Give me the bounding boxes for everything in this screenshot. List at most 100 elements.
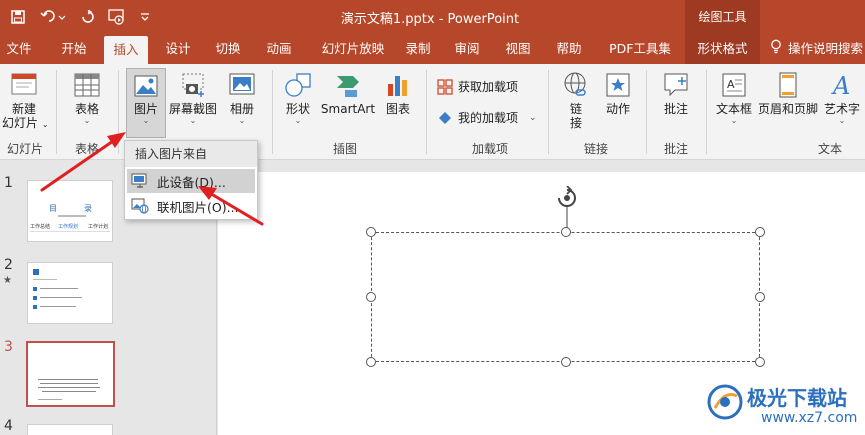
link-button[interactable]: 链 接 — [556, 70, 596, 130]
comment-button[interactable]: 批注 — [656, 70, 696, 116]
resize-handle[interactable] — [366, 227, 376, 237]
textbox-button[interactable]: A 文本框 ⌄ — [713, 70, 755, 126]
tab-record[interactable]: 录制 — [398, 34, 438, 64]
store-icon — [437, 78, 453, 95]
drawing-tools-label: 绘图工具 — [685, 0, 760, 34]
resize-handle[interactable] — [561, 227, 571, 237]
online-pictures-icon — [131, 198, 149, 214]
action-button[interactable]: 动作 — [600, 70, 636, 116]
group-divider — [118, 70, 119, 154]
group-divider — [706, 70, 707, 154]
tab-animations[interactable]: 动画 — [259, 34, 299, 64]
group-divider — [646, 70, 647, 154]
group-divider — [56, 70, 57, 154]
redo-icon[interactable] — [78, 7, 98, 27]
search-hint: 操作说明搜索 — [788, 41, 864, 56]
tab-slideshow[interactable]: 幻灯片放映 — [310, 34, 396, 64]
comment-icon — [664, 73, 688, 97]
header-footer-button[interactable]: 页眉和页脚 — [757, 70, 819, 116]
menu-header: 插入图片来自 — [125, 141, 257, 167]
wordart-button[interactable]: A 艺术字 ⌄ — [822, 70, 862, 126]
slide-thumbnail-1[interactable]: 目 录 工作总结 工作规划 工作计划 — [27, 180, 113, 242]
tab-view[interactable]: 视图 — [498, 34, 538, 64]
animation-star-icon: ★ — [3, 275, 12, 286]
slide-number: 1 — [4, 175, 13, 191]
menu-item-this-device[interactable]: 此设备(D)... — [127, 169, 255, 193]
tab-file[interactable]: 文件 — [0, 34, 38, 64]
undo-icon[interactable] — [38, 7, 68, 27]
resize-handle[interactable] — [755, 357, 765, 367]
smartart-icon — [337, 76, 359, 97]
group-label-tables: 表格 — [74, 142, 99, 156]
chevron-down-icon: ⌄ — [83, 116, 91, 125]
save-icon[interactable] — [8, 7, 28, 27]
resize-handle[interactable] — [366, 292, 376, 302]
group-divider — [426, 70, 427, 154]
tell-me-search[interactable]: 操作说明搜索 — [770, 34, 865, 64]
shapes-icon — [285, 73, 311, 97]
insert-picture-menu: 插入图片来自 此设备(D)... 联机图片(O)... — [124, 140, 258, 220]
link-icon — [564, 72, 586, 96]
window-title: 演示文稿1.pptx - PowerPoint — [340, 12, 520, 27]
chevron-down-icon: ⌄ — [529, 112, 537, 123]
menu-item-online-pictures[interactable]: 联机图片(O)... — [127, 194, 255, 218]
logo-icon — [707, 384, 743, 420]
svg-text:A: A — [831, 72, 850, 100]
group-label-text: 文本 — [817, 142, 842, 156]
table-button[interactable]: 表格 ⌄ — [64, 70, 110, 126]
star-icon — [606, 73, 630, 97]
picture-button[interactable]: 图片 ⌄ — [126, 68, 166, 138]
group-label-illustrations: 插图 — [332, 142, 357, 156]
slide-thumbnail-2[interactable] — [27, 262, 113, 324]
new-slide-icon — [11, 73, 37, 95]
tab-home[interactable]: 开始 — [54, 34, 94, 64]
group-label-slides: 幻灯片 — [6, 142, 43, 156]
smartart-button[interactable]: SmartArt — [320, 70, 376, 116]
group-divider — [272, 70, 273, 154]
shapes-button[interactable]: 形状 ⌄ — [280, 70, 316, 126]
watermark-text: 极光下载站 — [747, 386, 847, 410]
computer-icon — [131, 173, 147, 188]
chevron-down-icon: ⌄ — [838, 116, 846, 125]
watermark-url: www.xz7.com — [761, 410, 858, 426]
chart-button[interactable]: 图表 — [380, 70, 416, 116]
tab-review[interactable]: 审阅 — [447, 34, 487, 64]
lightbulb-icon — [770, 35, 782, 65]
table-icon — [74, 73, 100, 97]
slide-number-selected: 3 — [4, 339, 13, 355]
group-label-addins: 加载项 — [471, 142, 508, 156]
wordart-icon: A — [831, 72, 850, 100]
tab-pdf-tools[interactable]: PDF工具集 — [602, 34, 678, 64]
tab-insert[interactable]: 插入 — [104, 36, 148, 64]
my-addins-button[interactable]: 我的加载项 ⌄ — [437, 109, 537, 126]
resize-handle[interactable] — [366, 357, 376, 367]
chevron-down-icon: ⌄ — [142, 116, 150, 125]
screenshot-button[interactable]: 屏幕截图 ⌄ — [167, 70, 219, 126]
slide-thumbnail-4[interactable] — [27, 424, 113, 435]
resize-handle[interactable] — [755, 292, 765, 302]
title-bar: 演示文稿1.pptx - PowerPoint 绘图工具 — [0, 0, 865, 34]
group-label-comments: 批注 — [663, 142, 688, 156]
screenshot-icon — [182, 73, 204, 97]
watermark: 极光下载站 www.xz7.com — [705, 380, 865, 435]
slide-thumbnail-3[interactable] — [26, 341, 115, 407]
photo-album-button[interactable]: 相册 ⌄ — [222, 70, 262, 126]
resize-handle[interactable] — [755, 227, 765, 237]
tab-shape-format[interactable]: 形状格式 — [685, 34, 760, 64]
chevron-down-icon: ⌄ — [294, 116, 302, 125]
ribbon-tabs: 文件 开始 插入 设计 切换 动画 幻灯片放映 录制 审阅 视图 帮助 PDF工… — [0, 34, 865, 64]
present-from-start-icon[interactable] — [106, 7, 128, 27]
bar-chart-icon — [388, 76, 407, 96]
get-addins-button[interactable]: 获取加载项 — [437, 78, 518, 95]
resize-handle[interactable] — [561, 357, 571, 367]
selected-shape-box[interactable] — [371, 232, 760, 362]
chevron-down-icon: ⌄ — [189, 116, 197, 125]
tab-design[interactable]: 设计 — [158, 34, 198, 64]
chevron-down-icon: ⌄ — [238, 116, 246, 125]
tab-help[interactable]: 帮助 — [548, 34, 590, 64]
svg-text:A: A — [727, 78, 735, 91]
slide-number: 2 — [4, 257, 13, 273]
new-slide-button[interactable]: 新建 幻灯片 ⌄ — [2, 70, 49, 132]
tab-transitions[interactable]: 切换 — [207, 34, 249, 64]
customize-icon[interactable] — [138, 7, 152, 27]
